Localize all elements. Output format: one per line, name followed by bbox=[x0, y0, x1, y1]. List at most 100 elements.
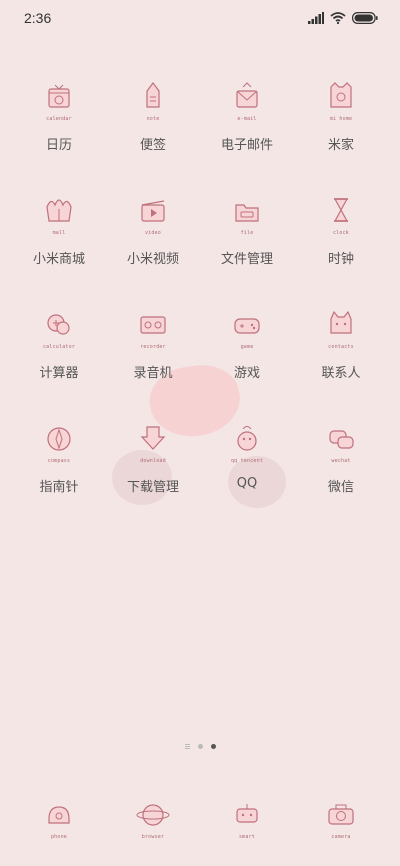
dock-app-phone[interactable]: phone bbox=[12, 794, 106, 846]
icon-wrap: download bbox=[129, 418, 177, 470]
icon-caption: browser bbox=[141, 834, 165, 840]
app-label: 文件管理 bbox=[220, 252, 273, 267]
icon-caption: contacts bbox=[328, 344, 354, 350]
app-icon-calculator[interactable]: calculator 计算器 bbox=[12, 304, 106, 418]
page-indicator bbox=[0, 744, 400, 749]
icon-wrap: mall bbox=[35, 190, 83, 242]
icon-wrap: recorder bbox=[129, 304, 177, 356]
icon-caption: game bbox=[240, 344, 254, 350]
status-bar: 2:36 bbox=[0, 0, 400, 36]
app-icon-wechat[interactable]: wechat 微信 bbox=[294, 418, 388, 532]
dock: phone browser smart camera bbox=[12, 794, 388, 846]
dock-app-browser[interactable]: browser bbox=[106, 794, 200, 846]
icon-wrap: phone bbox=[35, 794, 83, 846]
calendar-icon bbox=[48, 84, 70, 108]
download-icon bbox=[140, 426, 166, 450]
icon-caption: camera bbox=[331, 834, 351, 840]
mi-home-icon bbox=[330, 82, 352, 108]
smart-icon bbox=[236, 804, 258, 823]
qq-icon bbox=[237, 426, 257, 451]
icon-wrap: wechat bbox=[317, 418, 365, 470]
app-icon-compass[interactable]: compass 指南针 bbox=[12, 418, 106, 532]
signal-icon bbox=[308, 12, 324, 24]
mall-icon bbox=[46, 199, 72, 222]
icon-caption: wechat bbox=[331, 458, 351, 464]
icon-wrap: browser bbox=[129, 794, 177, 846]
app-icon-qq-tencent[interactable]: qq tencent QQ bbox=[200, 418, 294, 532]
icon-wrap: qq tencent bbox=[223, 418, 271, 470]
icon-caption: calculator bbox=[42, 344, 76, 350]
app-icon-video[interactable]: video 小米视频 bbox=[106, 190, 200, 304]
app-label: 下载管理 bbox=[126, 480, 179, 495]
icon-wrap: note bbox=[129, 76, 177, 128]
note-icon bbox=[146, 82, 160, 108]
app-label: 便签 bbox=[139, 138, 166, 153]
wechat-icon bbox=[329, 430, 354, 449]
app-label: 游戏 bbox=[233, 366, 260, 381]
page-dot-active[interactable] bbox=[210, 744, 216, 749]
icon-caption: file bbox=[240, 230, 254, 236]
icon-wrap: game bbox=[223, 304, 271, 356]
app-label: 小米商城 bbox=[32, 252, 85, 267]
app-label: 联系人 bbox=[321, 366, 361, 381]
calculator-icon bbox=[47, 314, 70, 335]
phone-icon bbox=[48, 806, 70, 824]
compass-icon bbox=[47, 427, 71, 451]
contacts-icon bbox=[330, 310, 352, 334]
app-icon-download[interactable]: download 下载管理 bbox=[106, 418, 200, 532]
icon-caption: e-mail bbox=[237, 116, 257, 122]
home-page-lines-icon[interactable] bbox=[184, 744, 190, 749]
game-icon bbox=[234, 318, 260, 334]
icon-caption: video bbox=[144, 230, 162, 236]
camera-icon bbox=[328, 804, 354, 825]
app-label: 电子邮件 bbox=[220, 138, 273, 153]
home-app-grid: calendar 日历 note 便签 e-mail 电子邮件 mi home 米家 mall 小… bbox=[12, 76, 388, 532]
icon-wrap: file bbox=[223, 190, 271, 242]
battery-icon bbox=[352, 12, 378, 24]
icon-caption: clock bbox=[332, 230, 350, 236]
page-dot[interactable] bbox=[197, 744, 203, 749]
icon-caption: mi home bbox=[329, 116, 353, 122]
app-label: 指南针 bbox=[39, 480, 79, 495]
app-icon-file[interactable]: file 文件管理 bbox=[200, 190, 294, 304]
icon-wrap: calculator bbox=[35, 304, 83, 356]
app-icon-mi-home[interactable]: mi home 米家 bbox=[294, 76, 388, 190]
app-label: 微信 bbox=[327, 480, 354, 495]
file-icon bbox=[235, 204, 259, 222]
app-icon-recorder[interactable]: recorder 录音机 bbox=[106, 304, 200, 418]
icon-caption: compass bbox=[47, 458, 71, 464]
app-label: 录音机 bbox=[133, 366, 173, 381]
app-label: 日历 bbox=[45, 138, 72, 153]
app-icon-clock[interactable]: clock 时钟 bbox=[294, 190, 388, 304]
app-label: 米家 bbox=[327, 138, 354, 153]
app-icon-e-mail[interactable]: e-mail 电子邮件 bbox=[200, 76, 294, 190]
browser-icon bbox=[136, 804, 170, 826]
icon-caption: note bbox=[146, 116, 160, 122]
icon-wrap: video bbox=[129, 190, 177, 242]
icon-caption: phone bbox=[50, 834, 68, 840]
app-label: 小米视频 bbox=[126, 252, 179, 267]
icon-wrap: contacts bbox=[317, 304, 365, 356]
icon-wrap: calendar bbox=[35, 76, 83, 128]
icon-wrap: smart bbox=[223, 794, 271, 846]
app-icon-calendar[interactable]: calendar 日历 bbox=[12, 76, 106, 190]
clock-icon bbox=[333, 198, 349, 222]
app-icon-note[interactable]: note 便签 bbox=[106, 76, 200, 190]
app-label: 计算器 bbox=[39, 366, 79, 381]
app-icon-game[interactable]: game 游戏 bbox=[200, 304, 294, 418]
icon-wrap: clock bbox=[317, 190, 365, 242]
recorder-icon bbox=[140, 316, 166, 334]
email-icon bbox=[236, 82, 258, 108]
icon-caption: qq tencent bbox=[230, 458, 264, 464]
wifi-icon bbox=[330, 12, 346, 24]
dock-app-camera[interactable]: camera bbox=[294, 794, 388, 846]
app-icon-contacts[interactable]: contacts 联系人 bbox=[294, 304, 388, 418]
dock-app-smart[interactable]: smart bbox=[200, 794, 294, 846]
status-icons bbox=[308, 12, 378, 24]
icon-wrap: mi home bbox=[317, 76, 365, 128]
icon-caption: recorder bbox=[140, 344, 166, 350]
icon-wrap: compass bbox=[35, 418, 83, 470]
icon-caption: mall bbox=[52, 230, 66, 236]
app-icon-mall[interactable]: mall 小米商城 bbox=[12, 190, 106, 304]
app-label: QQ bbox=[236, 476, 258, 491]
